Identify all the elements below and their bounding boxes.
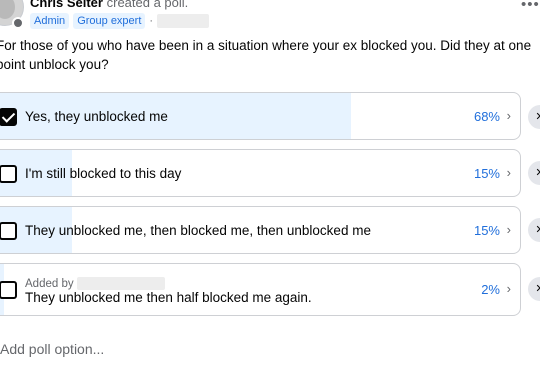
poll-option[interactable]: Yes, they unblocked me 68% › <box>0 92 521 140</box>
poll-option-percent[interactable]: 2% <box>481 282 500 297</box>
poll-option-label: Yes, they unblocked me <box>25 109 168 124</box>
poll-option-checkbox[interactable] <box>0 222 17 240</box>
remove-option-button[interactable]: ✕ <box>528 105 540 129</box>
avatar-image <box>0 0 15 19</box>
poll-option-label: They unblocked me, then blocked me, then… <box>25 223 371 238</box>
remove-option-button[interactable]: ✕ <box>528 218 540 242</box>
poll-option-checkbox[interactable] <box>0 108 17 126</box>
chevron-right-icon[interactable]: › <box>507 222 511 237</box>
author-badges: Admin Group expert · <box>30 13 210 29</box>
chevron-right-icon[interactable]: › <box>507 108 511 123</box>
author-name[interactable]: Chris Seiter <box>30 0 103 10</box>
badge-admin[interactable]: Admin <box>30 13 70 29</box>
chevron-right-icon[interactable]: › <box>507 165 511 180</box>
poll-question: For those of you who have been in a situ… <box>0 38 532 72</box>
added-by-name-redacted <box>76 277 165 290</box>
poll-option-percent[interactable]: 15% <box>474 223 500 238</box>
add-poll-option-input[interactable]: Add poll option... <box>0 341 104 357</box>
chevron-right-icon[interactable]: › <box>507 281 511 296</box>
author-line: Chris Seiter created a poll. <box>30 0 188 10</box>
poll-option-percent[interactable]: 15% <box>474 166 500 181</box>
poll-option-label: I'm still blocked to this day <box>25 166 182 181</box>
poll-option-checkbox[interactable] <box>0 281 17 299</box>
added-by-line: Added by <box>25 277 165 290</box>
added-by-label: Added by <box>25 277 74 290</box>
poll-option[interactable]: I'm still blocked to this day 15% › <box>0 149 521 197</box>
checkmark-icon <box>1 109 16 123</box>
poll-option[interactable]: Added by They unblocked me then half blo… <box>0 263 521 316</box>
separator-dot: · <box>149 15 154 27</box>
badge-group-expert[interactable]: Group expert <box>73 13 146 29</box>
post-action-text: created a poll. <box>106 0 189 10</box>
online-status-icon <box>12 17 24 29</box>
poll-option-checkbox[interactable] <box>0 165 17 183</box>
more-options-button[interactable]: ••• <box>521 0 539 18</box>
post-timestamp-redacted <box>157 14 210 28</box>
poll-option[interactable]: They unblocked me, then blocked me, then… <box>0 206 521 254</box>
remove-option-button[interactable]: ✕ <box>528 277 540 301</box>
poll-option-percent[interactable]: 68% <box>474 109 500 124</box>
remove-option-button[interactable]: ✕ <box>528 161 540 185</box>
poll-option-label: They unblocked me then half blocked me a… <box>25 290 312 305</box>
